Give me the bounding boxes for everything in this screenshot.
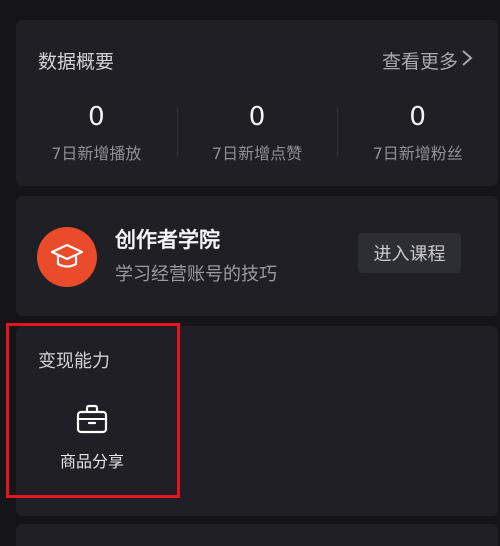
stat-value: 0	[248, 102, 266, 132]
highlight-box	[6, 323, 180, 498]
academy-title: 创作者学院	[115, 228, 220, 252]
creator-center-page: 数据概要 查看更多 0 7日新增播放 0 7日新增点赞 0 7日新增粉丝 创作者…	[0, 0, 500, 546]
graduation-cap-icon	[50, 243, 84, 268]
data-overview-title: 数据概要	[38, 51, 115, 73]
chevron-right-icon[interactable]	[460, 49, 474, 67]
stat-label: 7日新增播放	[51, 144, 142, 163]
view-more-link[interactable]: 查看更多	[382, 47, 458, 74]
creator-academy-card[interactable]: 创作者学院 学习经营账号的技巧 进入课程	[16, 196, 498, 316]
data-overview-card: 数据概要 查看更多 0 7日新增播放 0 7日新增点赞 0 7日新增粉丝	[16, 20, 498, 186]
stat-label: 7日新增粉丝	[372, 144, 463, 163]
enter-course-button[interactable]: 进入课程	[358, 233, 461, 273]
academy-subtitle: 学习经营账号的技巧	[115, 264, 277, 285]
stat-followers[interactable]: 0 7日新增粉丝	[337, 102, 498, 164]
stats-row: 0 7日新增播放 0 7日新增点赞 0 7日新增粉丝	[16, 102, 498, 164]
stat-plays[interactable]: 0 7日新增播放	[16, 102, 177, 164]
academy-logo	[37, 227, 97, 287]
next-card	[16, 524, 498, 546]
stat-value: 0	[88, 102, 105, 132]
stat-value: 0	[409, 102, 426, 132]
stat-likes[interactable]: 0 7日新增点赞	[176, 102, 338, 164]
stat-label: 7日新增点赞	[211, 144, 303, 163]
